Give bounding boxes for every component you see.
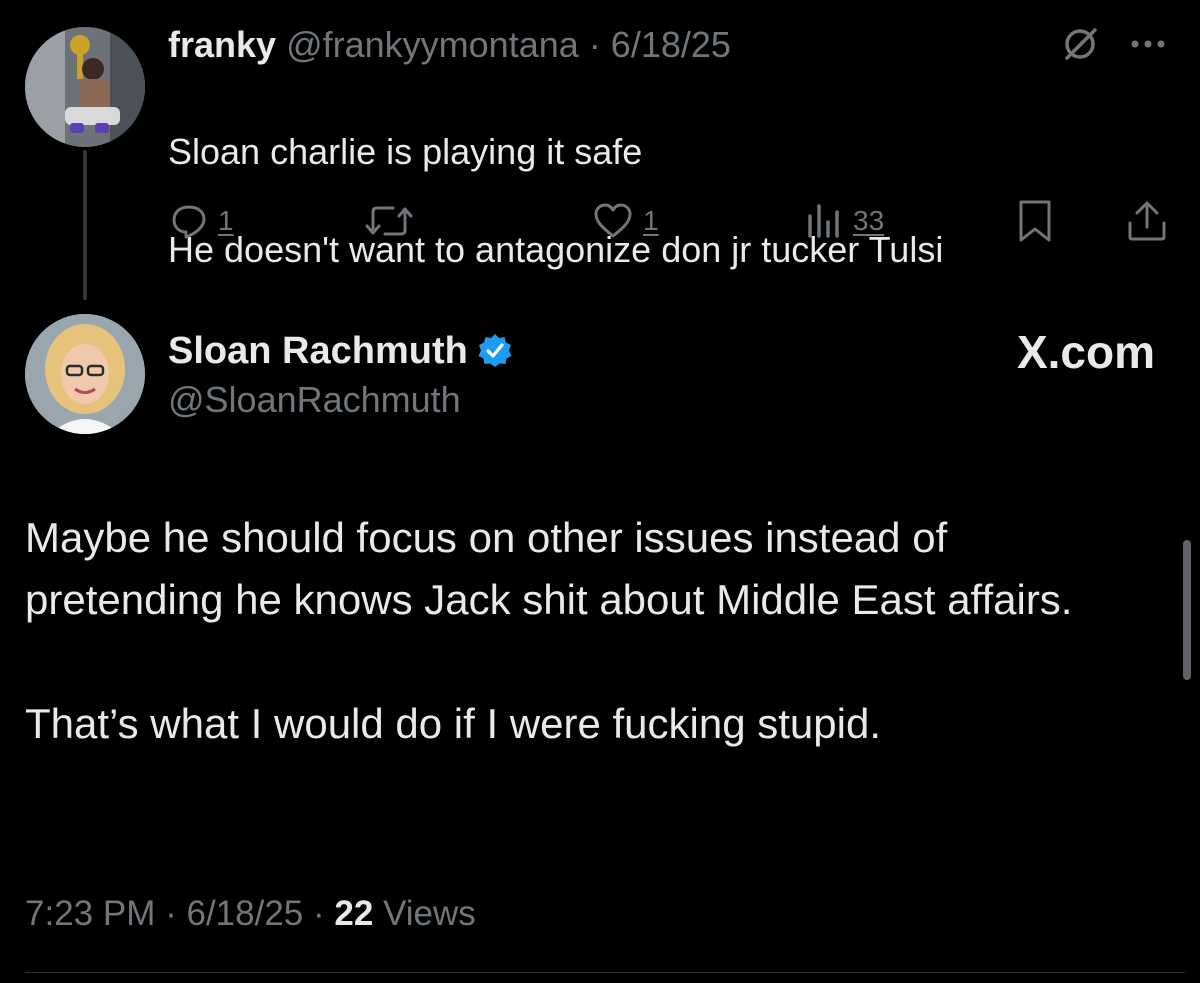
heart-icon (594, 203, 632, 238)
user-avatar-photo-icon (25, 27, 145, 147)
footer-separator-2: · (313, 894, 325, 933)
user-avatar-photo-icon (25, 314, 145, 434)
views-button[interactable]: 33 (805, 196, 884, 246)
tweet-metadata-footer: 7:23 PM · 6/18/25 · 22 Views (25, 888, 476, 940)
reply-bubble-icon (172, 205, 206, 239)
reply-handle[interactable]: @frankyymontana (286, 24, 579, 65)
reply-tweet-header: franky @frankyymontana · 6/18/25 (168, 22, 731, 68)
retweet-button[interactable] (365, 196, 423, 246)
grok-icon[interactable] (1060, 24, 1100, 64)
reply-separator: · (588, 24, 601, 65)
tweet-paragraph-2: That’s what I would do if I were fucking… (25, 700, 881, 747)
retweet-icon (365, 206, 413, 236)
author-name-row: Sloan Rachmuth (168, 326, 514, 376)
franky-avatar[interactable] (25, 27, 145, 147)
reply-display-name[interactable]: franky (168, 24, 276, 65)
bottom-divider (25, 972, 1185, 983)
reply-button[interactable]: 1 (170, 196, 234, 246)
bookmark-icon (1019, 200, 1051, 242)
author-display-name[interactable]: Sloan Rachmuth (168, 326, 468, 376)
main-tweet-body: Maybe he should focus on other issues in… (25, 507, 1145, 755)
footer-separator-1: · (165, 894, 177, 933)
author-handle[interactable]: @SloanRachmuth (168, 376, 461, 424)
verified-badge-icon[interactable] (476, 332, 514, 370)
thread-connector-line (83, 150, 87, 300)
sloan-avatar[interactable] (25, 314, 145, 434)
like-button[interactable]: 1 (593, 196, 659, 246)
reply-date[interactable]: 6/18/25 (611, 24, 731, 65)
tweet-views-count: 22 (334, 894, 374, 933)
more-options-icon[interactable] (1125, 24, 1171, 64)
reply-count: 1 (218, 205, 234, 236)
tweet-date[interactable]: 6/18/25 (186, 894, 303, 933)
share-upload-icon (1128, 201, 1166, 241)
bookmark-button[interactable] (1015, 196, 1055, 246)
reply-text-line-1: Sloan charlie is playing it safe (168, 131, 643, 172)
tweet-views-label: Views (383, 894, 476, 933)
tweet-time[interactable]: 7:23 PM (25, 894, 155, 933)
tweet-paragraph-1: Maybe he should focus on other issues in… (25, 514, 1073, 623)
scrollbar-thumb[interactable] (1183, 540, 1191, 680)
x-com-brand-logo: X.com (1016, 326, 1155, 378)
analytics-bars-icon (808, 204, 839, 238)
like-count: 1 (643, 205, 659, 236)
share-button[interactable] (1125, 196, 1169, 246)
views-count: 33 (853, 205, 885, 236)
